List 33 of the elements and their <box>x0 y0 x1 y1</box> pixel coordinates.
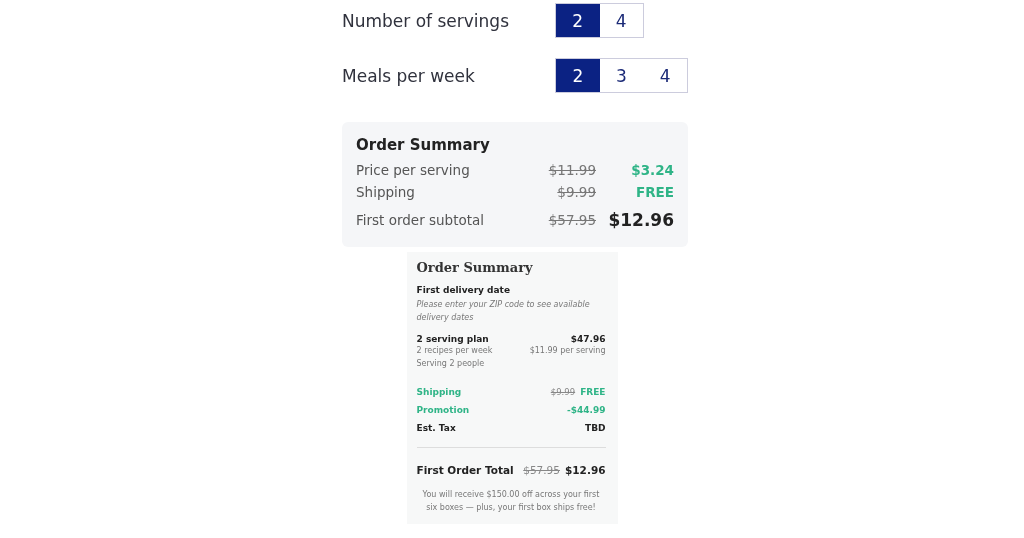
plan-detail: 2 recipes per week <box>416 345 493 357</box>
original-price: $9.99 <box>556 184 596 200</box>
per-serving-price: $11.99 per serving <box>529 345 606 357</box>
panel-title: Order Summary <box>416 260 534 275</box>
plan-detail: Serving 2 people <box>416 358 486 370</box>
line-value: TBD <box>585 423 606 433</box>
plan-name: 2 serving plan <box>416 334 489 344</box>
line-value: -$44.99 <box>567 405 606 415</box>
promo-note: You will receive $150.00 off across your first six boxes — plus, your first box ships free! <box>421 489 601 514</box>
original-price: $57.95 <box>523 464 560 476</box>
total-price: $12.96 <box>564 464 606 476</box>
option-label: Number of servings <box>342 10 509 31</box>
original-price: $9.99 <box>550 387 576 397</box>
delivery-note: Please enter your ZIP code to see available delivery dates <box>416 299 591 324</box>
discounted-price: FREE <box>634 184 674 200</box>
summary-label: Price per serving <box>356 162 471 178</box>
total-label: First Order Total <box>416 464 514 476</box>
option-label: Meals per week <box>342 65 475 86</box>
discounted-price: $3.24 <box>630 162 674 178</box>
original-price: $11.99 <box>547 162 596 178</box>
option-button[interactable]: 2 <box>556 59 600 92</box>
summary-label: Shipping <box>356 184 416 200</box>
option-button[interactable]: 2 <box>556 4 600 37</box>
line-label: Promotion <box>416 405 470 415</box>
summary-label: First order subtotal <box>356 212 486 228</box>
line-value: FREE <box>580 387 606 397</box>
discounted-price: $12.96 <box>607 210 674 230</box>
plan-price: $47.96 <box>570 334 606 344</box>
line-label: Est. Tax <box>416 423 456 433</box>
delivery-label: First delivery date <box>416 285 511 295</box>
line-label: Shipping <box>416 387 462 397</box>
original-price: $57.95 <box>547 212 596 228</box>
summary-title: Order Summary <box>356 136 491 154</box>
